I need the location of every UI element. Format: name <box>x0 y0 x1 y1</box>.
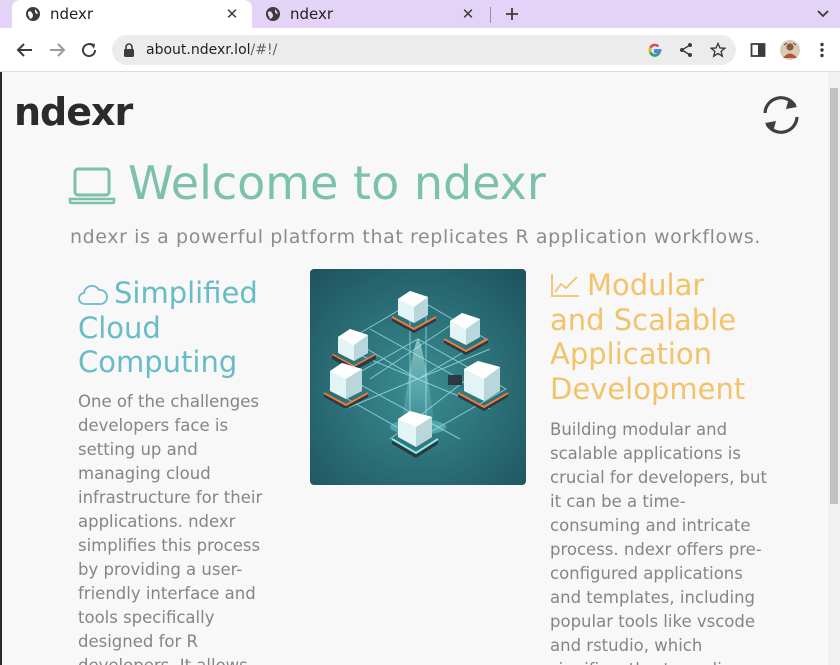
browser-toolbar: about.ndexr.lol/#!/ <box>0 28 840 72</box>
profile-avatar[interactable] <box>776 36 804 64</box>
tab-inactive[interactable]: ndexr ✕ <box>252 0 488 28</box>
forward-arrow-icon[interactable] <box>43 36 71 64</box>
cloud-icon <box>78 284 108 306</box>
page-subtitle: ndexr is a powerful platform that replic… <box>70 226 762 248</box>
feature-body: One of the challenges developers face is… <box>78 391 263 665</box>
feature-title: Simplified Cloud Computing <box>78 276 258 379</box>
chevron-down-icon[interactable] <box>812 3 834 25</box>
globe-icon <box>24 5 42 23</box>
google-icon[interactable] <box>644 39 666 61</box>
plus-icon[interactable] <box>500 2 524 26</box>
side-panel-icon[interactable] <box>744 36 772 64</box>
tab-active[interactable]: ndexr ✕ <box>12 0 252 28</box>
url-host: about.ndexr.lol <box>146 42 251 58</box>
tab-separator <box>490 7 491 23</box>
scrollbar-thumb[interactable] <box>830 88 838 504</box>
sync-icon[interactable] <box>756 92 806 138</box>
tab-strip: ndexr ✕ ndexr ✕ <box>0 0 840 28</box>
feature-cloud: Simplified Cloud Computing One of the ch… <box>78 276 278 665</box>
tab-title: ndexr <box>290 5 334 23</box>
site-logo[interactable]: ndexr <box>14 90 133 134</box>
server-network-illustration <box>310 269 526 485</box>
tab-title: ndexr <box>50 5 94 23</box>
reload-icon[interactable] <box>75 36 103 64</box>
close-tab-icon[interactable]: ✕ <box>458 4 478 24</box>
laptop-icon <box>68 166 116 206</box>
url-text: about.ndexr.lol/#!/ <box>146 42 277 58</box>
star-icon[interactable] <box>707 39 729 61</box>
close-tab-icon[interactable]: ✕ <box>222 4 242 24</box>
page-scrollbar[interactable] <box>828 72 840 665</box>
url-path: /#!/ <box>250 42 278 58</box>
lock-icon[interactable] <box>122 43 136 57</box>
feature-modular: Modular and Scalable Application Develop… <box>550 268 768 665</box>
feature-body: Building modular and scalable applicatio… <box>550 420 767 665</box>
kebab-menu-icon[interactable] <box>808 36 836 64</box>
share-icon[interactable] <box>675 39 697 61</box>
page-viewport: ndexr Welcome to ndexr ndexr is a powerf… <box>0 72 840 665</box>
address-bar[interactable]: about.ndexr.lol/#!/ <box>112 35 736 65</box>
line-chart-icon <box>550 272 580 298</box>
feature-title: Modular and Scalable Application Develop… <box>550 268 746 406</box>
globe-icon <box>264 5 282 23</box>
page-title: Welcome to ndexr <box>128 156 546 210</box>
back-arrow-icon[interactable] <box>11 36 39 64</box>
